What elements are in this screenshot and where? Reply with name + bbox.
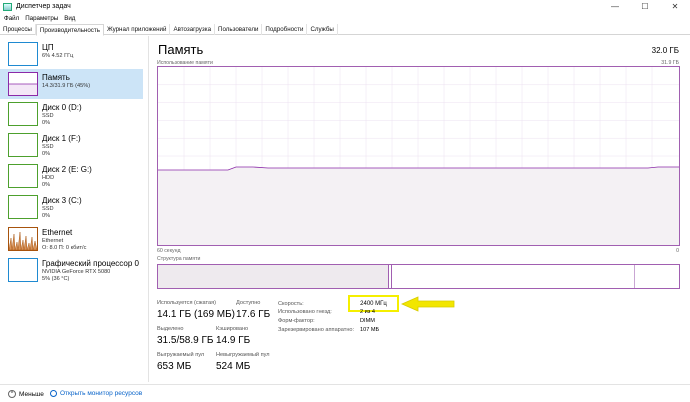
window-controls: — ☐ ✕ — [600, 0, 690, 13]
resource-sidebar: ЦП 6% 4.52 ГГц Память 14.3/31.9 ГБ (45%)… — [0, 36, 149, 382]
sidebar-item-disk-1[interactable]: Диск 1 (F:) SSD 0% — [2, 130, 143, 160]
close-button[interactable]: ✕ — [660, 0, 690, 13]
tab-bar: Процессы Производительность Журнал прило… — [0, 24, 690, 36]
memory-structure-bar — [157, 264, 680, 289]
menu-file[interactable]: Файл — [4, 15, 19, 22]
fewer-details-button[interactable]: ^ Меньше — [8, 390, 44, 398]
disk-thumbnail-icon — [8, 164, 38, 188]
form-factor-value: DIMM — [360, 318, 375, 324]
sidebar-item-ethernet[interactable]: Ethernet Ethernet О: 8.0 П: 0 кбит/с — [2, 224, 143, 254]
tab-processes[interactable]: Процессы — [0, 24, 36, 35]
sidebar-item-subtitle: SSD 0% — [42, 144, 54, 157]
sidebar-item-title: Диск 2 (E: G:) — [42, 165, 92, 174]
nonpaged-pool-value: 524 МБ — [216, 361, 251, 372]
graph-zero-label: 0 — [676, 248, 679, 254]
chevron-up-icon: ^ — [8, 390, 16, 398]
sidebar-item-subtitle: 14.3/31.9 ГБ (45%) — [42, 83, 91, 89]
title-bar: Диспетчер задач — ☐ ✕ — [0, 0, 690, 13]
disk-thumbnail-icon — [8, 133, 38, 157]
sidebar-item-title: Память — [42, 73, 70, 82]
sidebar-item-title: Ethernet — [42, 228, 73, 237]
available-value: 17.6 ГБ — [236, 309, 271, 320]
sidebar-item-subtitle: SSD 0% — [42, 206, 54, 219]
gpu-thumbnail-icon — [8, 258, 38, 282]
sidebar-item-gpu[interactable]: Графический процессор 0 NVIDIA GeForce R… — [2, 255, 143, 285]
tab-users[interactable]: Пользователи — [215, 24, 263, 35]
memory-panel: Память 32.0 ГБ Использование памяти 31.9… — [150, 36, 690, 382]
minimize-button[interactable]: — — [600, 0, 630, 13]
sidebar-item-subtitle: HDD 0% — [42, 175, 55, 188]
task-manager-icon — [3, 2, 12, 11]
available-label: Доступно — [236, 300, 261, 306]
sidebar-item-subtitle: Ethernet О: 8.0 П: 0 кбит/с — [42, 238, 87, 251]
cpu-thumbnail-icon — [8, 42, 38, 66]
reserved-label: Зарезервировано аппаратно: — [278, 327, 355, 333]
sidebar-item-disk-2[interactable]: Диск 2 (E: G:) HDD 0% — [2, 161, 143, 191]
maximize-button[interactable]: ☐ — [630, 0, 660, 13]
slots-value: 2 из 4 — [360, 309, 376, 315]
tab-performance[interactable]: Производительность — [35, 24, 104, 36]
sidebar-item-subtitle: 6% 4.52 ГГц — [42, 53, 74, 59]
sidebar-item-subtitle: SSD 0% — [42, 113, 54, 126]
in-use-label: Используется (сжатая) — [157, 300, 217, 306]
page-title: Память — [158, 42, 204, 57]
speed-label: Скорость: — [278, 301, 304, 307]
cached-value: 14.9 ГБ — [216, 335, 251, 346]
window-title: Диспетчер задач — [16, 3, 71, 10]
struct-modified — [390, 265, 392, 288]
fewer-details-label: Меньше — [19, 390, 44, 398]
in-use-value: 14.1 ГБ (169 МБ) — [157, 309, 236, 320]
struct-standby — [393, 265, 635, 288]
memory-usage-graph — [157, 66, 680, 246]
annotation-arrow-icon — [401, 296, 455, 312]
sidebar-item-title: Диск 3 (C:) — [42, 196, 82, 205]
graph-time-label: 60 секунд — [157, 248, 181, 254]
reserved-value: 107 МБ — [360, 327, 380, 333]
slots-label: Использовано гнезд: — [278, 309, 332, 315]
tab-details[interactable]: Подробности — [262, 24, 308, 35]
sidebar-item-disk-0[interactable]: Диск 0 (D:) SSD 0% — [2, 99, 143, 129]
sidebar-item-title: ЦП — [42, 43, 54, 52]
tab-startup[interactable]: Автозагрузка — [170, 24, 216, 35]
paged-pool-value: 653 МБ — [157, 361, 192, 372]
resource-monitor-label: Открыть монитор ресурсов — [60, 390, 143, 397]
menu-view[interactable]: Вид — [64, 15, 75, 22]
committed-value: 31.5/58.9 ГБ — [157, 335, 214, 346]
ethernet-thumbnail-icon — [8, 227, 38, 251]
form-factor-label: Форм-фактор: — [278, 318, 315, 324]
memory-thumbnail-icon — [8, 72, 38, 96]
footer-bar: ^ Меньше Открыть монитор ресурсов — [0, 384, 690, 402]
menu-bar: Файл Параметры Вид — [0, 13, 690, 24]
open-resource-monitor-link[interactable]: Открыть монитор ресурсов — [50, 390, 142, 397]
tab-services[interactable]: Службы — [307, 24, 338, 35]
total-memory: 32.0 ГБ — [651, 46, 679, 55]
sidebar-item-disk-3[interactable]: Диск 3 (C:) SSD 0% — [2, 192, 143, 222]
sidebar-item-subtitle: NVIDIA GeForce RTX 5080 5% (36 °C) — [42, 269, 111, 282]
tab-app-history[interactable]: Журнал приложений — [104, 24, 171, 35]
disk-thumbnail-icon — [8, 195, 38, 219]
committed-label: Выделено — [157, 326, 184, 332]
memory-structure-label: Структура памяти — [157, 256, 201, 262]
resource-monitor-icon — [50, 390, 57, 397]
struct-in-use — [158, 265, 389, 288]
disk-thumbnail-icon — [8, 102, 38, 126]
sidebar-item-title: Диск 0 (D:) — [42, 103, 82, 112]
paged-pool-label: Выгружаемый пул — [157, 352, 205, 358]
speed-value: 2400 МГц — [360, 300, 387, 307]
menu-options[interactable]: Параметры — [25, 15, 58, 22]
cached-label: Кэшировано — [216, 326, 249, 332]
nonpaged-pool-label: Невыгружаемый пул — [216, 352, 270, 358]
sidebar-item-memory[interactable]: Память 14.3/31.9 ГБ (45%) — [0, 69, 143, 99]
sidebar-item-cpu[interactable]: ЦП 6% 4.52 ГГц — [2, 39, 143, 69]
sidebar-item-title: Диск 1 (F:) — [42, 134, 81, 143]
sidebar-item-title: Графический процессор 0 — [42, 259, 139, 268]
memory-usage-graph-canvas — [158, 67, 679, 245]
